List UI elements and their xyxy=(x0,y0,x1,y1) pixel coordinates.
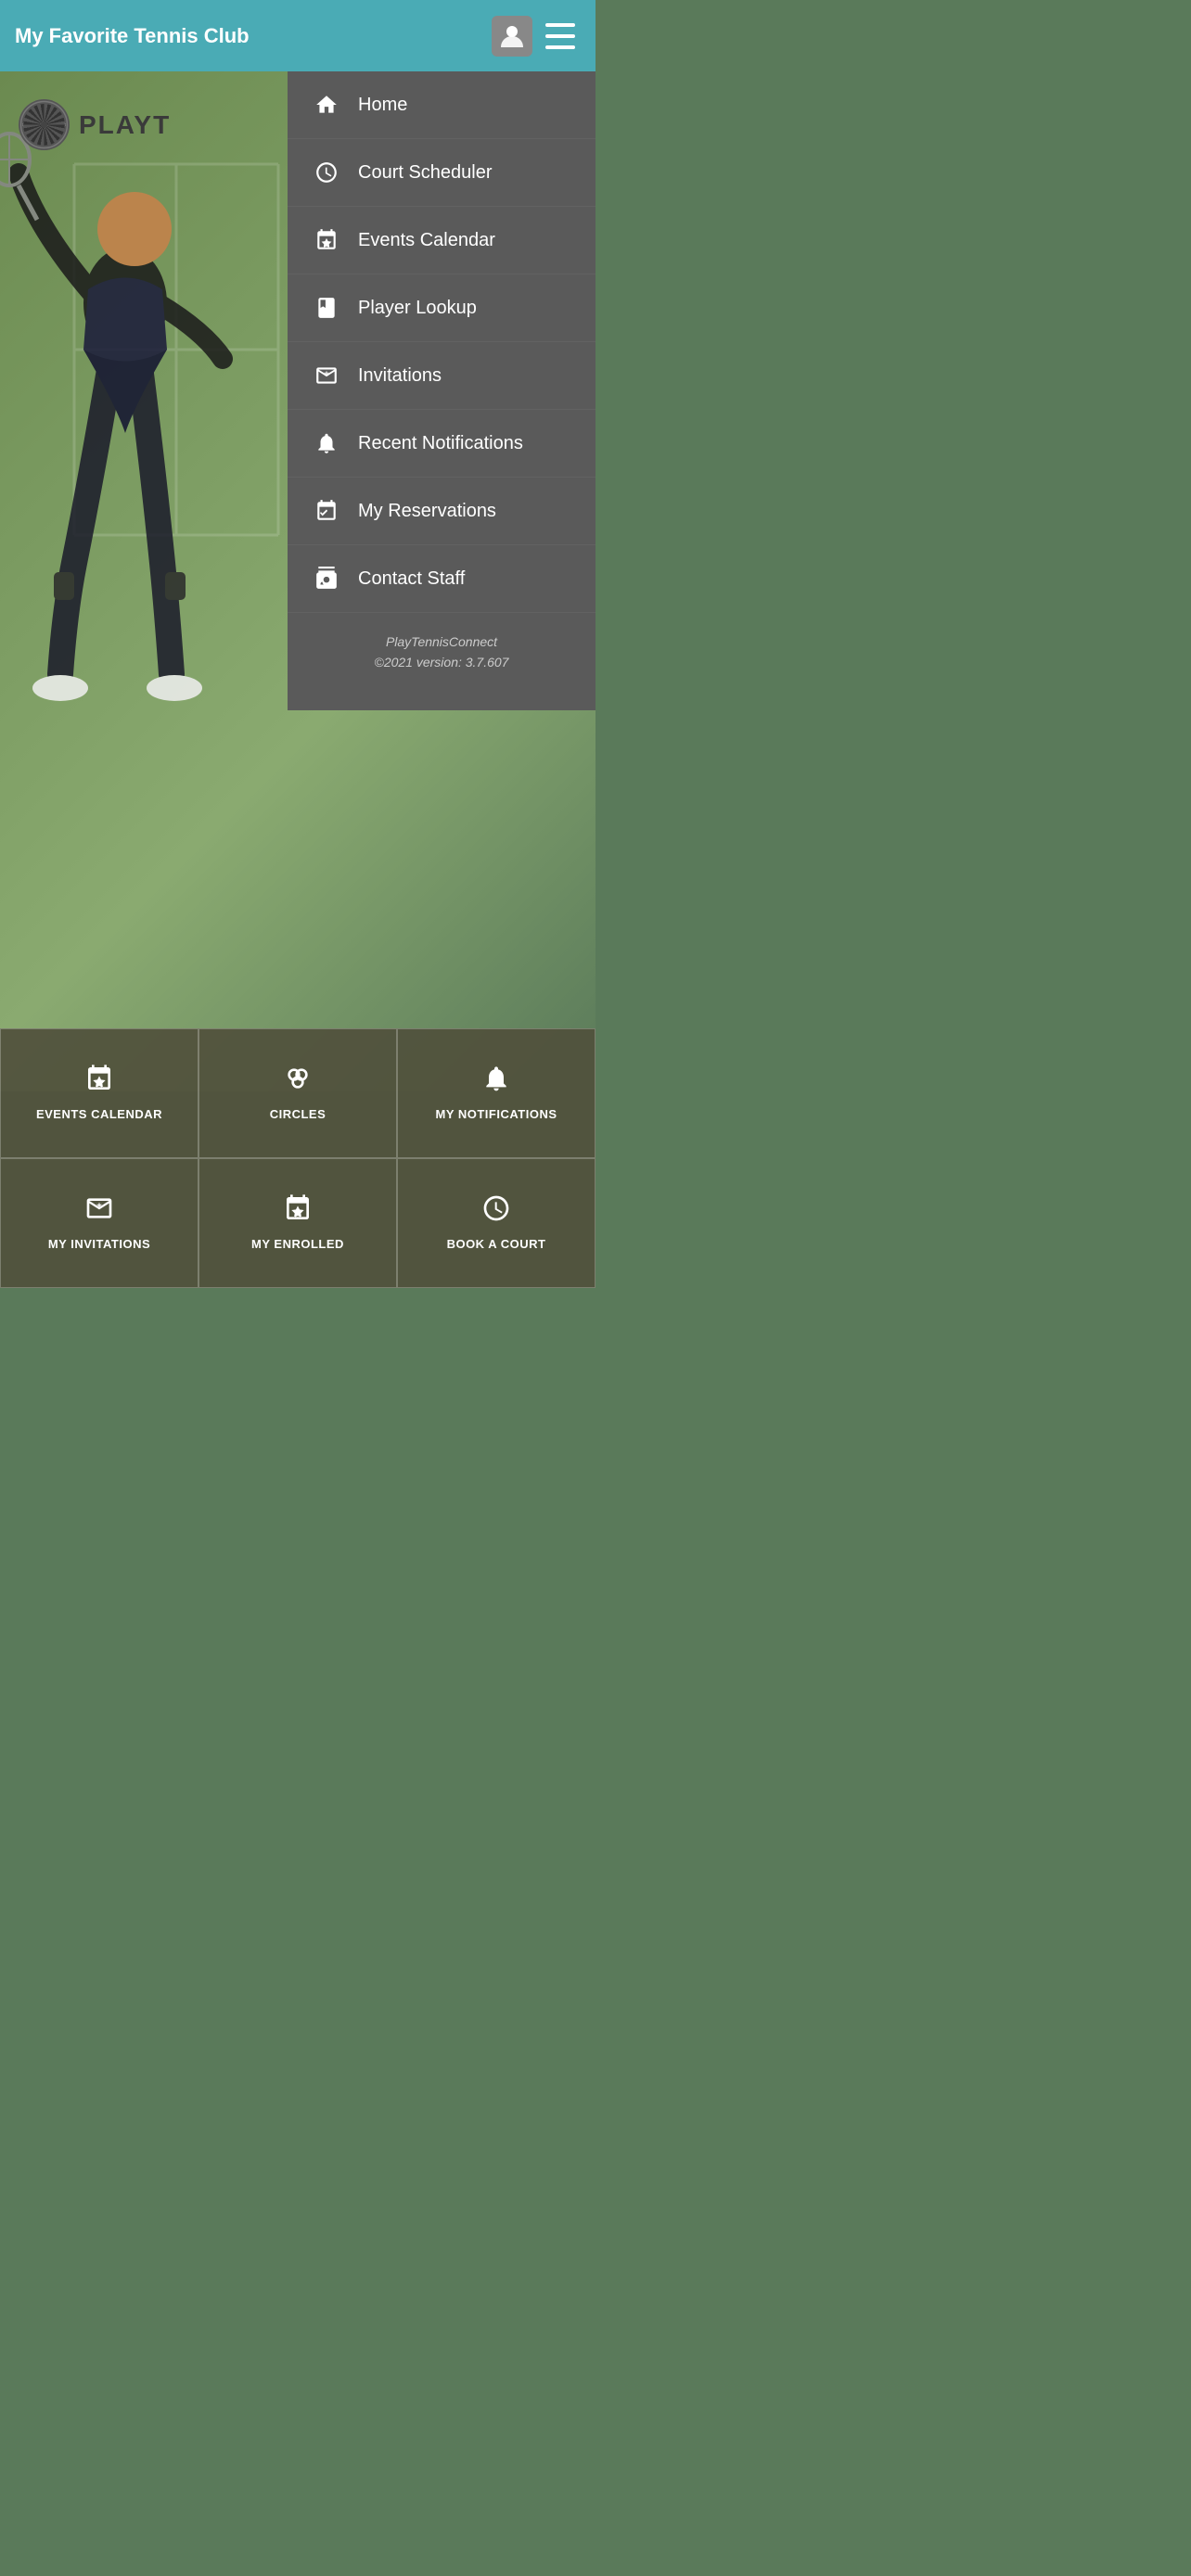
clock-icon xyxy=(310,156,343,189)
logo-text: PLAYT xyxy=(79,110,171,140)
book-icon xyxy=(310,291,343,325)
menu-item-home[interactable]: Home xyxy=(288,71,596,139)
menu-label-recent-notifications: Recent Notifications xyxy=(358,433,523,454)
logo-area: PLAYT xyxy=(19,99,171,150)
menu-label-events-calendar: Events Calendar xyxy=(358,230,495,251)
footer-line1: PlayTennisConnect xyxy=(306,631,577,652)
menu-item-player-lookup[interactable]: Player Lookup xyxy=(288,274,596,342)
dropdown-menu: Home Court Scheduler Events Calendar Pla… xyxy=(288,71,596,710)
home-icon xyxy=(310,88,343,121)
tab-book-court-icon xyxy=(481,1193,511,1228)
menu-item-court-scheduler[interactable]: Court Scheduler xyxy=(288,139,596,207)
calendar-star-icon xyxy=(310,223,343,257)
tab-invitations-icon xyxy=(84,1193,114,1228)
menu-item-my-reservations[interactable]: My Reservations xyxy=(288,478,596,545)
calendar-check-icon xyxy=(310,494,343,528)
tab-events-calendar-label: EVENTS CALENDAR xyxy=(36,1107,162,1123)
tab-my-enrolled[interactable]: MY ENROLLED xyxy=(198,1158,397,1288)
logo-ball-svg xyxy=(19,99,70,150)
bottom-tab-bar: EVENTS CALENDAR CIRCLES MY NOTIFICATIONS xyxy=(0,1028,596,1288)
tab-circles-label: CIRCLES xyxy=(270,1107,327,1123)
menu-item-invitations[interactable]: Invitations xyxy=(288,342,596,410)
menu-item-contact-staff[interactable]: Contact Staff xyxy=(288,545,596,613)
tab-my-invitations[interactable]: MY INVITATIONS xyxy=(0,1158,198,1288)
menu-label-invitations: Invitations xyxy=(358,365,442,387)
envelope-star-icon xyxy=(310,359,343,392)
footer-line2: ©2021 version: 3.7.607 xyxy=(306,652,577,672)
app-header: My Favorite Tennis Club xyxy=(0,0,596,71)
tab-row-1: EVENTS CALENDAR CIRCLES MY NOTIFICATIONS xyxy=(0,1028,596,1158)
tab-events-calendar-icon xyxy=(84,1064,114,1098)
menu-item-recent-notifications[interactable]: Recent Notifications xyxy=(288,410,596,478)
tab-book-court[interactable]: BOOK A COURT xyxy=(397,1158,596,1288)
contact-icon xyxy=(310,562,343,595)
menu-label-my-reservations: My Reservations xyxy=(358,501,496,522)
tab-row-2: MY INVITATIONS MY ENROLLED BOOK A COURT xyxy=(0,1158,596,1288)
menu-label-contact-staff: Contact Staff xyxy=(358,568,465,590)
menu-button[interactable] xyxy=(540,16,581,57)
menu-label-player-lookup: Player Lookup xyxy=(358,298,477,319)
menu-item-events-calendar[interactable]: Events Calendar xyxy=(288,207,596,274)
bell-icon xyxy=(310,427,343,460)
profile-icon xyxy=(497,21,527,51)
menu-footer: PlayTennisConnect ©2021 version: 3.7.607 xyxy=(288,613,596,692)
tab-events-calendar[interactable]: EVENTS CALENDAR xyxy=(0,1028,198,1158)
menu-label-court-scheduler: Court Scheduler xyxy=(358,162,493,184)
tab-enrolled-label: MY ENROLLED xyxy=(251,1237,344,1253)
tab-enrolled-icon xyxy=(283,1193,313,1228)
tab-book-court-label: BOOK A COURT xyxy=(447,1237,546,1253)
tab-circles[interactable]: CIRCLES xyxy=(198,1028,397,1158)
tab-notifications-icon xyxy=(481,1064,511,1098)
logo-ball xyxy=(19,99,70,150)
header-icons xyxy=(492,16,581,57)
profile-button[interactable] xyxy=(492,16,532,57)
player-silhouette xyxy=(0,118,288,906)
tab-circles-icon xyxy=(283,1064,313,1098)
tab-invitations-label: MY INVITATIONS xyxy=(48,1237,150,1253)
tab-notifications-label: MY NOTIFICATIONS xyxy=(435,1107,557,1123)
menu-label-home: Home xyxy=(358,95,407,116)
tab-my-notifications[interactable]: MY NOTIFICATIONS xyxy=(397,1028,596,1158)
app-title: My Favorite Tennis Club xyxy=(15,24,250,48)
hamburger-icon xyxy=(545,23,575,49)
